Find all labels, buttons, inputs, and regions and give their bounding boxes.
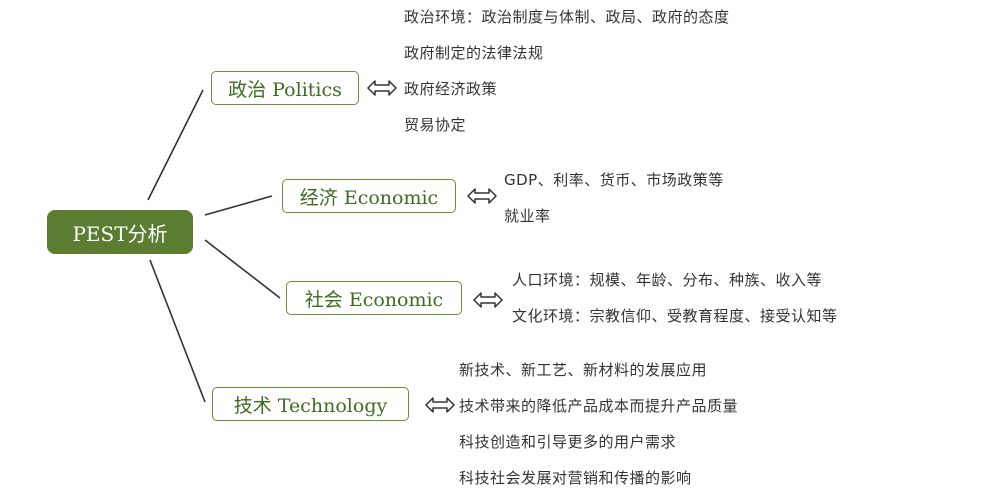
double-arrow-icon [467, 185, 497, 207]
double-arrow-icon [473, 289, 503, 311]
center-label: PEST分析 [72, 221, 168, 246]
economic-detail-1: GDP、利率、货币、市场政策等 [504, 171, 724, 189]
politics-detail-4: 贸易协定 [404, 116, 467, 134]
technology-detail-1: 新技术、新工艺、新材料的发展应用 [459, 361, 708, 379]
social-detail-1: 人口环境：规模、年龄、分布、种族、收入等 [512, 271, 823, 289]
branch-technology: 技术 Technology [212, 387, 409, 421]
branch-economic: 经济 Economic [282, 179, 456, 213]
branch-politics-label: 政治 Politics [228, 78, 342, 101]
connector-social [204, 239, 281, 299]
branch-technology-label: 技术 Technology [233, 394, 388, 417]
social-detail-2: 文化环境：宗教信仰、受教育程度、接受认知等 [512, 307, 838, 325]
politics-detail-3: 政府经济政策 [404, 80, 498, 98]
politics-detail-2: 政府制定的法律法规 [404, 44, 544, 62]
technology-detail-2: 技术带来的降低产品成本而提升产品质量 [459, 397, 739, 415]
branch-social: 社会 Economic [286, 281, 462, 315]
technology-detail-3: 科技创造和引导更多的用户需求 [459, 433, 677, 451]
double-arrow-icon [367, 77, 397, 99]
connector-politics [147, 89, 204, 201]
politics-detail-1: 政治环境：政治制度与体制、政局、政府的态度 [404, 8, 730, 26]
branch-politics: 政治 Politics [211, 71, 359, 105]
connector-technology [149, 259, 206, 403]
connector-economic [204, 195, 273, 216]
branch-social-label: 社会 Economic [304, 288, 444, 311]
double-arrow-icon [425, 394, 455, 416]
branch-economic-label: 经济 Economic [299, 186, 439, 209]
economic-detail-2: 就业率 [504, 207, 551, 225]
center-node: PEST分析 [47, 210, 193, 254]
technology-detail-4: 科技社会发展对营销和传播的影响 [459, 469, 692, 487]
